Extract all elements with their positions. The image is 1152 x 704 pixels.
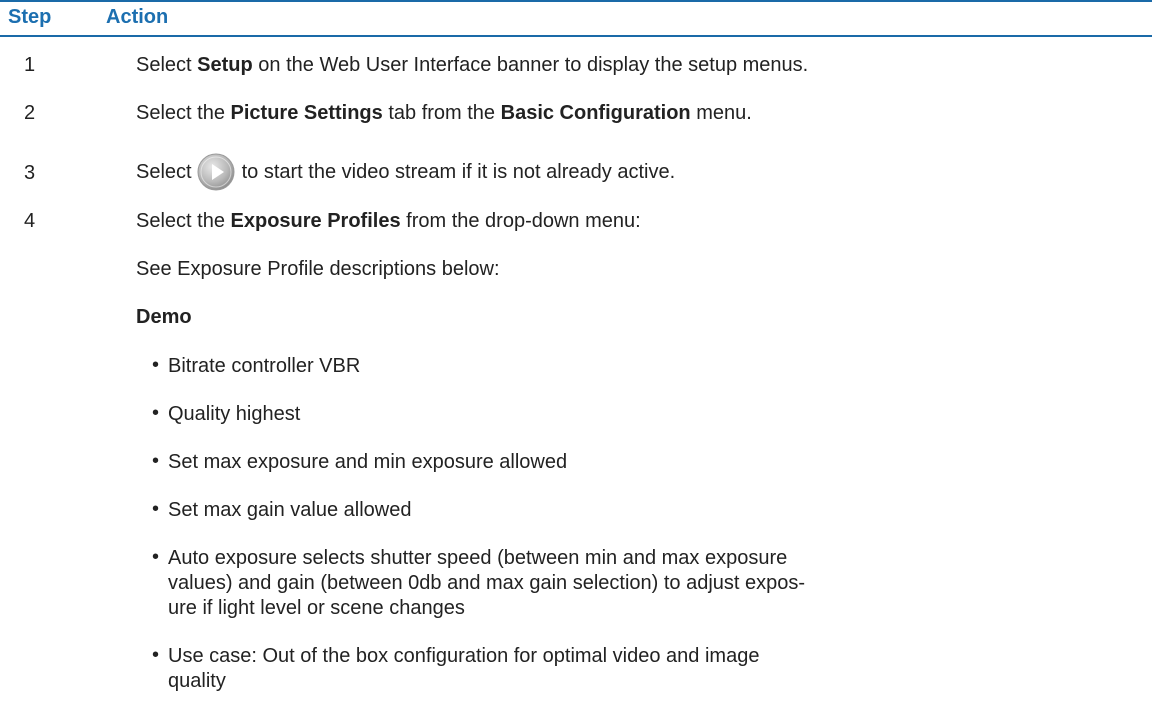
procedure-page: Step Action 1 Select Setup on the Web Us… bbox=[0, 0, 1152, 704]
table-header: Step Action bbox=[0, 0, 1152, 37]
profile-name: Demo bbox=[136, 306, 192, 328]
step-text: Select the Picture Settings tab from the… bbox=[136, 102, 752, 124]
header-step: Step bbox=[8, 6, 52, 28]
step-text: Select Setup on the Web User Interface b… bbox=[136, 54, 809, 76]
step-number: 1 bbox=[24, 54, 36, 76]
see-descriptions-text: See Exposure Profile descriptions below: bbox=[136, 258, 500, 280]
step-number: 4 bbox=[24, 210, 36, 232]
step-number: 3 bbox=[24, 162, 36, 184]
header-action: Action bbox=[106, 6, 169, 28]
step-text: Select the Exposure Profiles from the dr… bbox=[136, 210, 641, 232]
play-button-icon bbox=[197, 153, 235, 191]
step-number: 2 bbox=[24, 102, 36, 124]
step-text: Select to start the video stream if it i… bbox=[136, 152, 675, 192]
